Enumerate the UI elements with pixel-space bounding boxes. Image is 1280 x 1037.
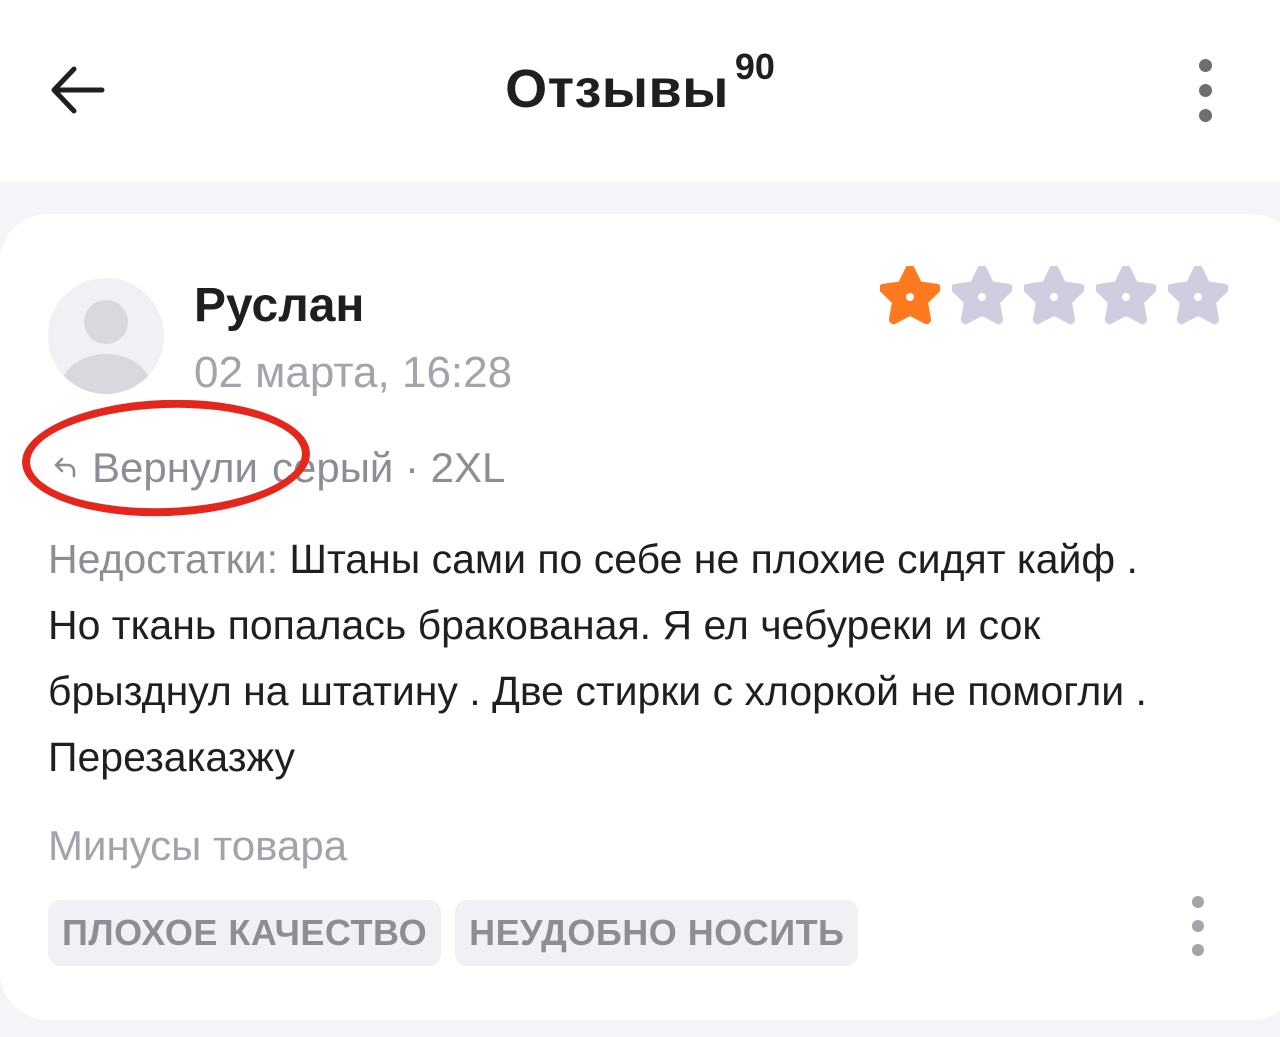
cons-label: Недостатки: (48, 536, 278, 582)
more-options-button[interactable] (1172, 52, 1238, 128)
review-body: Недостатки: Штаны сами по себе не плохие… (48, 526, 1188, 790)
reviews-count: 90 (734, 46, 775, 87)
page-title: Отзывы 90 (0, 46, 1280, 120)
page-title-text: Отзывы (505, 59, 729, 119)
tag-uncomfortable: НЕУДОБНО НОСИТЬ (455, 900, 859, 966)
rating-stars (880, 266, 1228, 326)
star-filled-icon (880, 266, 940, 325)
review-more-button[interactable] (1170, 888, 1226, 964)
product-variant-row: Вернули серый · 2XL (50, 440, 505, 496)
dot (1198, 83, 1212, 97)
dot (1192, 920, 1204, 932)
dot (1198, 58, 1212, 72)
return-badge: Вернули (50, 444, 258, 492)
tag-bad-quality: ПЛОХОЕ КАЧЕСТВО (48, 900, 442, 966)
variant-text: серый · 2XL (271, 444, 506, 491)
dot (1198, 108, 1212, 122)
avatar (48, 278, 164, 394)
review-author: Руслан (194, 279, 365, 332)
minus-tags: ПЛОХОЕ КАЧЕСТВО НЕУДОБНО НОСИТЬ (48, 900, 859, 966)
star-empty-icon (952, 266, 1012, 325)
star-empty-icon (1168, 266, 1228, 325)
user-placeholder-icon (60, 300, 152, 394)
review-date: 02 марта, 16:28 (194, 348, 513, 397)
return-arrow-icon (54, 457, 76, 478)
dot (1192, 896, 1204, 908)
minus-section-label: Минусы товара (48, 822, 348, 869)
top-bar: Отзывы 90 (0, 0, 1280, 182)
return-label: Вернули (92, 444, 258, 491)
star-empty-icon (1096, 266, 1156, 325)
star-empty-icon (1024, 266, 1084, 325)
dot (1192, 944, 1204, 956)
